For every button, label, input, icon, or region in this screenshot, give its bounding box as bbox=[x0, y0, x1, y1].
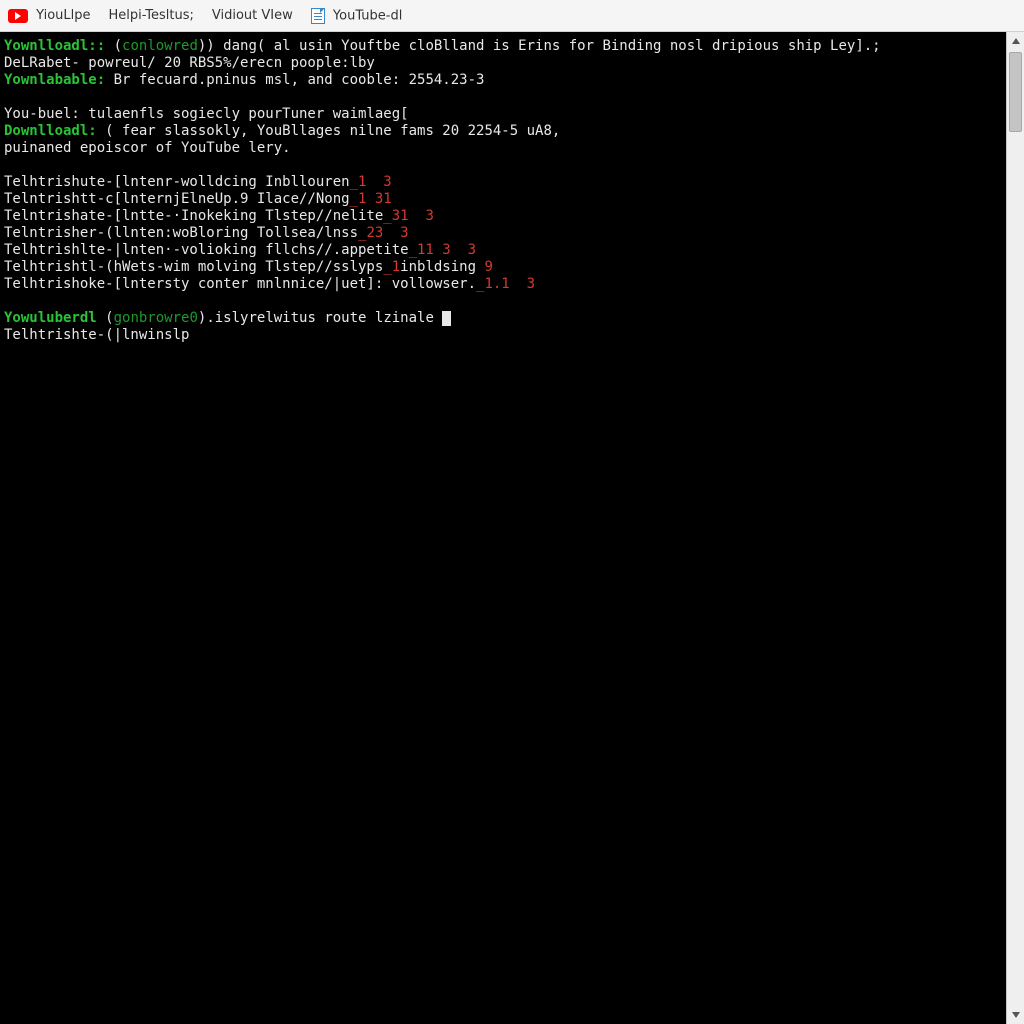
terminal-text bbox=[4, 89, 12, 105]
terminal-line: Telhtrishte-(|lnwinslp bbox=[4, 327, 1002, 344]
terminal-line: Telntrishate-[lntte-·Inokeking Tlstep//n… bbox=[4, 208, 1002, 225]
terminal-text: 9 bbox=[484, 259, 492, 275]
terminal-line: Yownlloadl:: (conlowred)) dang( al usin … bbox=[4, 38, 1002, 55]
terminal-text: You-buel: tulaenfls sogiecly pourTuner w… bbox=[4, 106, 409, 122]
terminal-line bbox=[4, 157, 1002, 174]
terminal-text: Downlloadl: bbox=[4, 123, 105, 139]
terminal-text: _31 3 bbox=[383, 208, 434, 224]
terminal-text: ( fear slassokly, YouBllages nilne fams … bbox=[105, 123, 560, 139]
terminal-text: Telhtrishoke-[lntersty conter mnlnnice/|… bbox=[4, 276, 476, 292]
scroll-down-arrow[interactable] bbox=[1007, 1006, 1024, 1024]
terminal-text: ).islyrelwitus route lzinale bbox=[198, 310, 442, 326]
youtube-icon bbox=[8, 9, 28, 23]
terminal-text: Telntrisher-(llnten:woBloring Tollsea/ln… bbox=[4, 225, 358, 241]
menu-label: YiouLlpe bbox=[36, 8, 90, 23]
terminal-text: ( bbox=[114, 38, 122, 54]
vertical-scrollbar[interactable] bbox=[1006, 32, 1024, 1024]
terminal-text: _1 bbox=[383, 259, 400, 275]
terminal-area: Yownlloadl:: (conlowred)) dang( al usin … bbox=[0, 32, 1024, 1024]
terminal-text: DeLRabet- powreul/ 20 RBS5%/erecn poople… bbox=[4, 55, 375, 71]
terminal-line bbox=[4, 89, 1002, 106]
terminal-text: Br fecuard.pninus msl, and cooble: 2554.… bbox=[114, 72, 485, 88]
terminal-line: Telhtrishlte-|lnten·-volioking fllchs//.… bbox=[4, 242, 1002, 259]
menu-item-video-view[interactable]: Vidiout VIew bbox=[212, 8, 293, 23]
document-icon bbox=[311, 8, 325, 24]
terminal-text: _1 3 bbox=[350, 174, 392, 190]
terminal-line: Yowuluberdl (gonbrowre0).islyrelwitus ro… bbox=[4, 310, 1002, 327]
terminal-line: Telntrishtt-c[lnternjElneUp.9 Ilace//Non… bbox=[4, 191, 1002, 208]
terminal-line: Telhtrishute-[lntenr-wolldcing Inblloure… bbox=[4, 174, 1002, 191]
terminal-text: Yownlloadl:: bbox=[4, 38, 114, 54]
terminal-line: Downlloadl: ( fear slassokly, YouBllages… bbox=[4, 123, 1002, 140]
terminal-text: _1.1 3 bbox=[476, 276, 535, 292]
terminal-output[interactable]: Yownlloadl:: (conlowred)) dang( al usin … bbox=[0, 32, 1006, 1024]
terminal-line: Telhtrishtl-(hWets-wim molving Tlstep//s… bbox=[4, 259, 1002, 276]
terminal-text: Telntrishate-[lntte-·Inokeking Tlstep//n… bbox=[4, 208, 383, 224]
terminal-text: Yownlabable: bbox=[4, 72, 114, 88]
terminal-line: DeLRabet- powreul/ 20 RBS5%/erecn poople… bbox=[4, 55, 1002, 72]
menu-item-help[interactable]: Helpi-Tesltus; bbox=[109, 8, 194, 23]
terminal-text: Telhtrishlte-|lnten·-volioking fllchs//.… bbox=[4, 242, 409, 258]
terminal-line bbox=[4, 293, 1002, 310]
terminal-cursor bbox=[442, 311, 451, 326]
terminal-text: puinaned epoiscor of YouTube lery. bbox=[4, 140, 291, 156]
terminal-text: gonbrowre0 bbox=[114, 310, 198, 326]
menu-item-youtube-dl[interactable]: YouTube-dl bbox=[311, 8, 403, 24]
terminal-text bbox=[4, 157, 12, 173]
scrollbar-thumb[interactable] bbox=[1009, 52, 1022, 132]
terminal-text: conlowred bbox=[122, 38, 198, 54]
terminal-text: _11 3 3 bbox=[409, 242, 476, 258]
terminal-line: Yownlabable: Br fecuard.pninus msl, and … bbox=[4, 72, 1002, 89]
chevron-up-icon bbox=[1012, 38, 1020, 44]
scroll-up-arrow[interactable] bbox=[1007, 32, 1024, 50]
terminal-line: Telhtrishoke-[lntersty conter mnlnnice/|… bbox=[4, 276, 1002, 293]
terminal-line: You-buel: tulaenfls sogiecly pourTuner w… bbox=[4, 106, 1002, 123]
terminal-text: Telhtrishtl-(hWets-wim molving Tlstep//s… bbox=[4, 259, 383, 275]
terminal-text: inbldsing bbox=[400, 259, 484, 275]
menu-label: YouTube-dl bbox=[333, 8, 402, 23]
terminal-text bbox=[4, 293, 12, 309]
app-window: YiouLlpe Helpi-Tesltus; Vidiout VIew You… bbox=[0, 0, 1024, 1024]
scrollbar-track[interactable] bbox=[1007, 50, 1024, 1006]
terminal-line: Telntrisher-(llnten:woBloring Tollsea/ln… bbox=[4, 225, 1002, 242]
menu-item-youtube[interactable]: YiouLlpe bbox=[8, 8, 91, 23]
terminal-text: Telntrishtt-c[lnternjElneUp.9 Ilace//Non… bbox=[4, 191, 350, 207]
chevron-down-icon bbox=[1012, 1012, 1020, 1018]
terminal-text: )) dang( al usin Youftbe cloBlland is Er… bbox=[198, 38, 881, 54]
menubar: YiouLlpe Helpi-Tesltus; Vidiout VIew You… bbox=[0, 0, 1024, 32]
terminal-line: puinaned epoiscor of YouTube lery. bbox=[4, 140, 1002, 157]
terminal-text: Telhtrishute-[lntenr-wolldcing Inblloure… bbox=[4, 174, 350, 190]
terminal-text: Telhtrishte-(|lnwinslp bbox=[4, 327, 189, 343]
terminal-text: Yowuluberdl bbox=[4, 310, 105, 326]
terminal-text: _1 31 bbox=[350, 191, 392, 207]
terminal-text: ( bbox=[105, 310, 113, 326]
terminal-text: _23 3 bbox=[358, 225, 409, 241]
